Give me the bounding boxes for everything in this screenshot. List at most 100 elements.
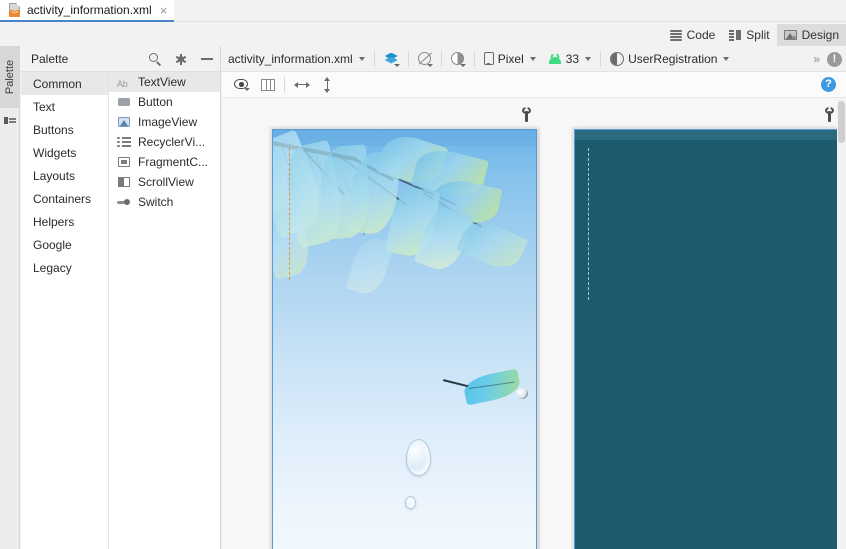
preview-canvas[interactable]: CSDN @蛋糕爱编程 xyxy=(222,99,846,549)
palette-item-fragmentcontainerview[interactable]: FragmentC... xyxy=(109,152,220,172)
view-mode-design-label: Design xyxy=(801,28,839,42)
water-droplet-large xyxy=(406,439,431,476)
android-studio-layout-editor: <> activity_information.xml × Code Split… xyxy=(0,0,846,549)
view-mode-switcher: Code Split Design xyxy=(663,24,846,46)
overflow-icon[interactable]: » xyxy=(813,52,820,66)
view-mode-split[interactable]: Split xyxy=(722,24,776,46)
fit-horizontal-button[interactable] xyxy=(288,72,316,98)
theme-selector[interactable]: UserRegistration xyxy=(604,46,735,72)
visibility-button[interactable] xyxy=(228,72,255,98)
night-mode-button[interactable] xyxy=(445,46,471,72)
palette-item-imageview[interactable]: ImageView xyxy=(109,112,220,132)
phone-icon xyxy=(483,52,494,65)
palette-item-recyclerview[interactable]: RecyclerVi... xyxy=(109,132,220,152)
close-icon[interactable]: × xyxy=(160,4,168,17)
device-label: Pixel xyxy=(497,51,524,66)
view-mode-code-label: Code xyxy=(686,28,716,42)
design-icon xyxy=(783,30,797,40)
palette-category-legacy[interactable]: Legacy xyxy=(21,256,108,279)
palette-item-textview[interactable]: Ab TextView xyxy=(109,72,220,92)
blueprint-guideline[interactable] xyxy=(588,148,589,300)
palette-category-label: Helpers xyxy=(33,214,75,229)
help-icon[interactable]: ? xyxy=(821,77,836,92)
blueprint-preview[interactable]: CSDN @蛋糕爱编程 xyxy=(574,129,839,549)
view-mode-split-label: Split xyxy=(746,28,770,42)
layout-mode-button[interactable] xyxy=(255,72,281,98)
no-constraint-icon xyxy=(417,51,433,67)
design-toolbar: activity_information.xml Pixel 33 UserRe… xyxy=(222,46,846,72)
palette-item-button[interactable]: Button xyxy=(109,92,220,112)
sidebar-item-palette-label: Palette xyxy=(4,59,16,95)
palette-panel: Palette Common Text Buttons Widgets Layo… xyxy=(21,46,221,549)
view-mode-design[interactable]: Design xyxy=(776,24,846,46)
eye-icon xyxy=(234,79,250,91)
leaf-tip-highlight xyxy=(516,388,528,399)
palette-item-label: FragmentC... xyxy=(138,155,209,169)
gear-icon[interactable] xyxy=(174,52,188,66)
device-selector[interactable]: Pixel xyxy=(478,46,542,72)
palette-category-layouts[interactable]: Layouts xyxy=(21,164,108,187)
toolbar-divider xyxy=(440,50,442,67)
toolbar-divider xyxy=(284,76,285,93)
palette-category-text[interactable]: Text xyxy=(21,95,108,118)
textview-icon: Ab xyxy=(117,79,128,89)
palette-header: Palette xyxy=(21,46,220,72)
palette-item-label: Switch xyxy=(138,195,174,209)
layout-file-label: activity_information.xml xyxy=(228,51,353,66)
chevron-down-icon xyxy=(529,56,536,61)
issue-badge[interactable]: ! xyxy=(827,51,842,67)
layers-icon xyxy=(384,52,400,67)
api-level-selector[interactable]: 33 xyxy=(542,46,597,72)
water-droplet-small xyxy=(405,496,416,509)
editor-tab-activity-information[interactable]: <> activity_information.xml × xyxy=(0,0,175,22)
design-toolbar-right: » ! xyxy=(813,46,842,72)
contrast-icon xyxy=(610,51,625,66)
palette-item-scrollview[interactable]: ScrollView xyxy=(109,172,220,192)
palette-category-list: Common Text Buttons Widgets Layouts Cont… xyxy=(21,72,109,549)
scrollbar-thumb[interactable] xyxy=(838,101,845,143)
palette-category-label: Legacy xyxy=(33,260,72,275)
palette-category-widgets[interactable]: Widgets xyxy=(21,141,108,164)
fit-vertical-button[interactable] xyxy=(316,72,338,98)
palette-category-label: Google xyxy=(33,237,72,252)
scrollview-icon xyxy=(117,176,131,188)
design-secondary-toolbar: ? xyxy=(222,72,846,98)
palette-category-helpers[interactable]: Helpers xyxy=(21,210,108,233)
wrench-icon[interactable] xyxy=(823,107,835,122)
palette-item-label: TextView xyxy=(138,75,186,89)
switch-icon xyxy=(117,196,131,208)
palette-category-label: Buttons xyxy=(33,122,74,137)
view-mode-code[interactable]: Code xyxy=(663,24,723,46)
palette-category-containers[interactable]: Containers xyxy=(21,187,108,210)
layout-variants-button[interactable] xyxy=(378,46,405,72)
chevron-down-icon xyxy=(585,56,592,61)
theme-icon xyxy=(450,51,466,67)
palette-category-label: Layouts xyxy=(33,168,76,183)
blueprint-status-bar xyxy=(575,130,838,140)
recyclerview-icon xyxy=(117,136,131,148)
palette-item-switch[interactable]: Switch xyxy=(109,192,220,212)
chevron-down-icon xyxy=(723,56,730,61)
palette-item-label: RecyclerVi... xyxy=(138,135,206,149)
palette-category-buttons[interactable]: Buttons xyxy=(21,118,108,141)
constraint-guideline[interactable] xyxy=(289,148,290,280)
wrench-icon[interactable] xyxy=(520,107,532,122)
api-level-label: 33 xyxy=(565,51,580,66)
palette-category-common[interactable]: Common xyxy=(21,72,108,95)
component-tree-icon[interactable] xyxy=(4,114,16,125)
canvas-vertical-scrollbar[interactable] xyxy=(837,99,846,549)
palette-category-label: Text xyxy=(33,99,56,114)
palette-toolbar xyxy=(148,46,214,72)
editor-tab-bar: <> activity_information.xml × xyxy=(0,0,846,22)
layout-file-selector[interactable]: activity_information.xml xyxy=(222,46,371,72)
sidebar-item-palette[interactable]: Palette xyxy=(0,46,20,108)
constraint-mode-button[interactable] xyxy=(412,46,438,72)
palette-category-google[interactable]: Google xyxy=(21,233,108,256)
chevron-down-icon xyxy=(358,56,365,61)
design-preview[interactable] xyxy=(272,129,537,549)
palette-category-label: Common xyxy=(33,76,82,91)
search-icon[interactable] xyxy=(148,52,162,66)
minimize-icon[interactable] xyxy=(200,52,214,66)
palette-item-label: Button xyxy=(138,95,173,109)
editor-tab-label: activity_information.xml xyxy=(27,3,152,17)
